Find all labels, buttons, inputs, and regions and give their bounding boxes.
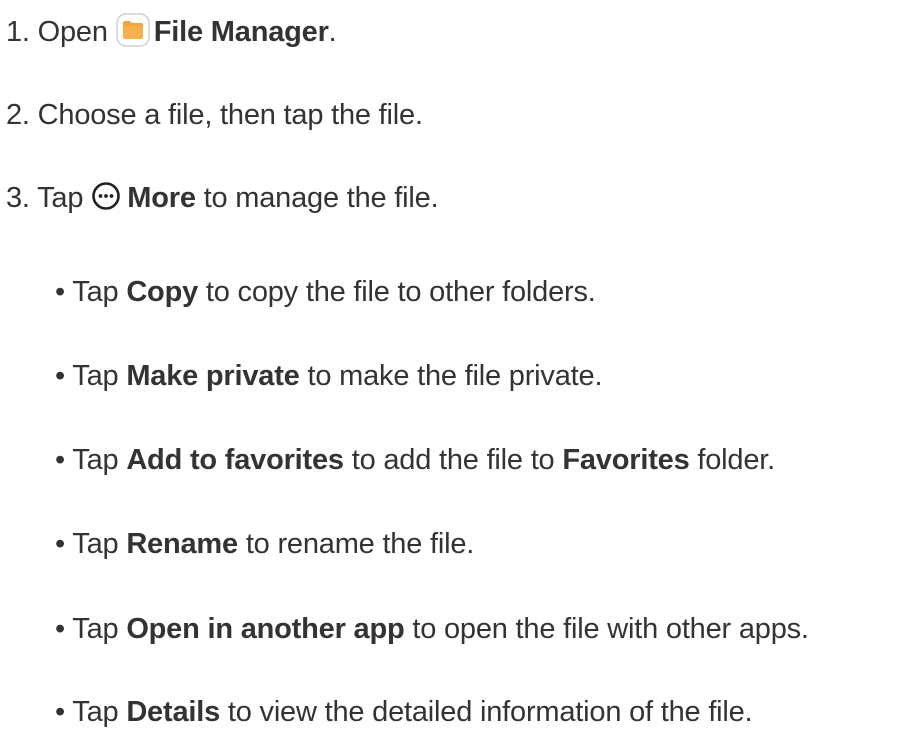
bullet-prefix: • Tap	[55, 528, 119, 560]
bullet-rest: to rename the file.	[245, 528, 475, 560]
option-copy: Copy	[126, 276, 199, 308]
option-open-in-another-app: Open in another app	[126, 613, 405, 645]
step-3-rest: to manage the file.	[203, 182, 439, 214]
bullet-rest: to open the file with other apps.	[412, 613, 809, 645]
more-label: More	[127, 182, 196, 214]
bullet-details: • Tap Details to view the detailed infor…	[55, 694, 753, 730]
step-2-text: 2. Choose a file, then tap the file.	[6, 99, 423, 131]
bullet-rest: to view the detailed information of the …	[227, 696, 753, 728]
bullet-open-in-another-app: • Tap Open in another app to open the fi…	[55, 611, 809, 647]
step-1-rest: .	[328, 16, 337, 48]
step-1: 1. Open File Manager.	[6, 13, 337, 50]
step-3: 3. Tap More to manage the file.	[6, 180, 439, 216]
bullet-add-to-favorites: • Tap Add to favorites to add the file t…	[55, 442, 775, 478]
option-rename: Rename	[126, 528, 238, 560]
option-make-private: Make private	[126, 360, 300, 392]
bullet-copy: • Tap Copy to copy the file to other fol…	[55, 274, 596, 310]
bullet-rename: • Tap Rename to rename the file.	[55, 526, 474, 562]
step-3-lead: 3. Tap	[6, 182, 84, 214]
app-name-file-manager: File Manager	[153, 16, 329, 48]
bullet-prefix: • Tap	[55, 276, 119, 308]
bullet-prefix: • Tap	[55, 696, 119, 728]
bullet-mid: to add the file to	[351, 444, 555, 476]
bullet-prefix: • Tap	[55, 360, 119, 392]
bullet-prefix: • Tap	[55, 444, 119, 476]
favorites-folder-label: Favorites	[562, 444, 690, 476]
bullet-prefix: • Tap	[55, 613, 119, 645]
step-1-lead: 1. Open	[6, 16, 108, 48]
option-add-to-favorites: Add to favorites	[126, 444, 344, 476]
bullet-rest: folder.	[697, 444, 775, 476]
bullet-rest: to copy the file to other folders.	[205, 276, 596, 308]
option-details: Details	[126, 696, 221, 728]
bullet-rest: to make the file private.	[307, 360, 603, 392]
step-2: 2. Choose a file, then tap the file.	[6, 97, 423, 133]
file-manager-folder-icon	[116, 13, 150, 48]
more-options-icon	[91, 181, 121, 211]
bullet-make-private: • Tap Make private to make the file priv…	[55, 358, 603, 394]
